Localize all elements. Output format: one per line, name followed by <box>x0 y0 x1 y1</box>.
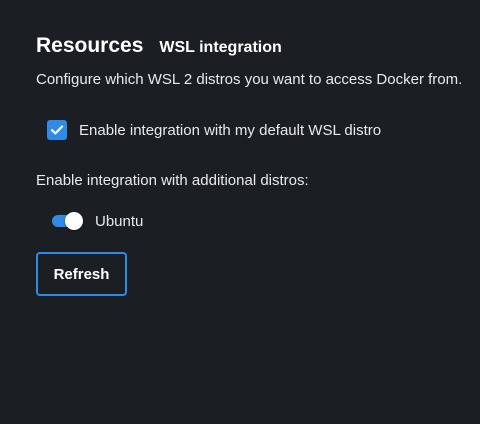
page-title: Resources <box>36 34 144 57</box>
section-title: WSL integration <box>159 39 282 56</box>
default-distro-checkbox[interactable] <box>47 120 67 140</box>
default-distro-label: Enable integration with my default WSL d… <box>79 121 382 139</box>
ubuntu-toggle[interactable] <box>52 211 84 231</box>
wsl-integration-panel: Resources WSL integration Configure whic… <box>36 0 480 424</box>
distro-toggle-row-ubuntu[interactable]: Ubuntu <box>52 211 143 231</box>
checkmark-icon <box>50 125 64 135</box>
additional-distros-label: Enable integration with additional distr… <box>36 172 309 189</box>
refresh-button[interactable]: Refresh <box>36 252 127 296</box>
toggle-thumb <box>65 212 83 230</box>
default-distro-checkbox-row[interactable]: Enable integration with my default WSL d… <box>47 120 381 140</box>
heading-row: Resources WSL integration <box>36 34 282 58</box>
description-text: Configure which WSL 2 distros you want t… <box>36 71 463 88</box>
ubuntu-label: Ubuntu <box>95 212 144 230</box>
